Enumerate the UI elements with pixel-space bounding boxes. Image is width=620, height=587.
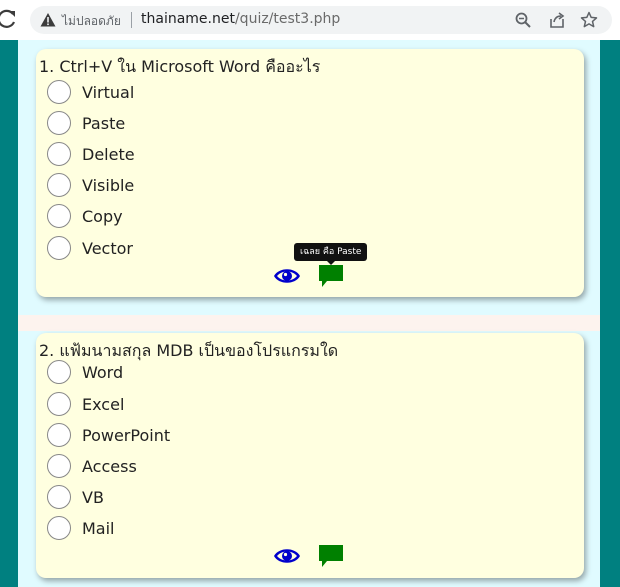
option-mail[interactable]: Mail [47,514,115,542]
url-host: thainame.net [141,11,235,27]
option-label[interactable]: Access [82,457,137,476]
chat-icon[interactable] [318,263,344,289]
question-text: 1. Ctrl+V ใน Microsoft Word คืออะไร [39,57,321,76]
option-label[interactable]: Vector [82,239,133,258]
radio-button[interactable] [47,454,71,478]
radio-button[interactable] [47,485,71,509]
eye-icon[interactable] [273,545,301,567]
option-paste[interactable]: Paste [47,109,125,137]
option-label[interactable]: Mail [82,519,115,538]
url-text[interactable]: thainame.net/quiz/test3.php [141,11,340,27]
browser-toolbar: ไม่ปลอดภัย thainame.net/quiz/test3.php [0,0,620,40]
address-separator [131,12,132,28]
url-path: /quiz/test3.php [234,11,341,27]
option-label[interactable]: Word [82,363,123,382]
option-label[interactable]: VB [82,488,104,507]
answer-controls [273,263,347,289]
share-icon[interactable] [548,11,566,29]
card-divider [18,315,600,331]
radio-button[interactable] [47,360,71,384]
radio-button[interactable] [47,80,71,104]
option-delete[interactable]: Delete [47,140,135,168]
address-bar[interactable]: ไม่ปลอดภัย thainame.net/quiz/test3.php [30,6,612,34]
option-label[interactable]: Delete [82,145,135,164]
radio-button[interactable] [47,392,71,416]
option-word[interactable]: Word [47,358,123,386]
reload-icon[interactable] [0,8,18,30]
warning-icon[interactable] [40,12,56,28]
option-label[interactable]: Excel [82,395,124,414]
radio-button[interactable] [47,173,71,197]
radio-button[interactable] [47,236,71,260]
option-label[interactable]: Visible [82,176,134,195]
eye-icon[interactable] [273,265,301,287]
radio-button[interactable] [47,142,71,166]
option-label[interactable]: Virtual [82,83,134,102]
chat-icon[interactable] [318,543,344,569]
option-visible[interactable]: Visible [47,171,134,199]
question-card-2: 2. แฟ้มนามสกุล MDB เป็นของโปรแกรมใด Word… [36,333,584,578]
option-copy[interactable]: Copy [47,202,123,230]
star-icon[interactable] [580,11,598,29]
security-status[interactable]: ไม่ปลอดภัย [62,12,121,31]
answer-tooltip: เฉลย คือ Paste [294,243,368,265]
radio-button[interactable] [47,111,71,135]
radio-button[interactable] [47,204,71,228]
option-powerpoint[interactable]: PowerPoint [47,421,170,449]
option-label[interactable]: Copy [82,207,123,226]
answer-controls [273,543,347,569]
zoom-icon[interactable] [514,11,532,29]
option-label[interactable]: Paste [82,114,125,133]
option-label[interactable]: PowerPoint [82,426,170,445]
option-access[interactable]: Access [47,452,137,480]
radio-button[interactable] [47,516,71,540]
option-vector[interactable]: Vector [47,234,133,262]
option-virtual[interactable]: Virtual [47,78,134,106]
option-vb[interactable]: VB [47,483,104,511]
option-excel[interactable]: Excel [47,390,124,418]
radio-button[interactable] [47,423,71,447]
